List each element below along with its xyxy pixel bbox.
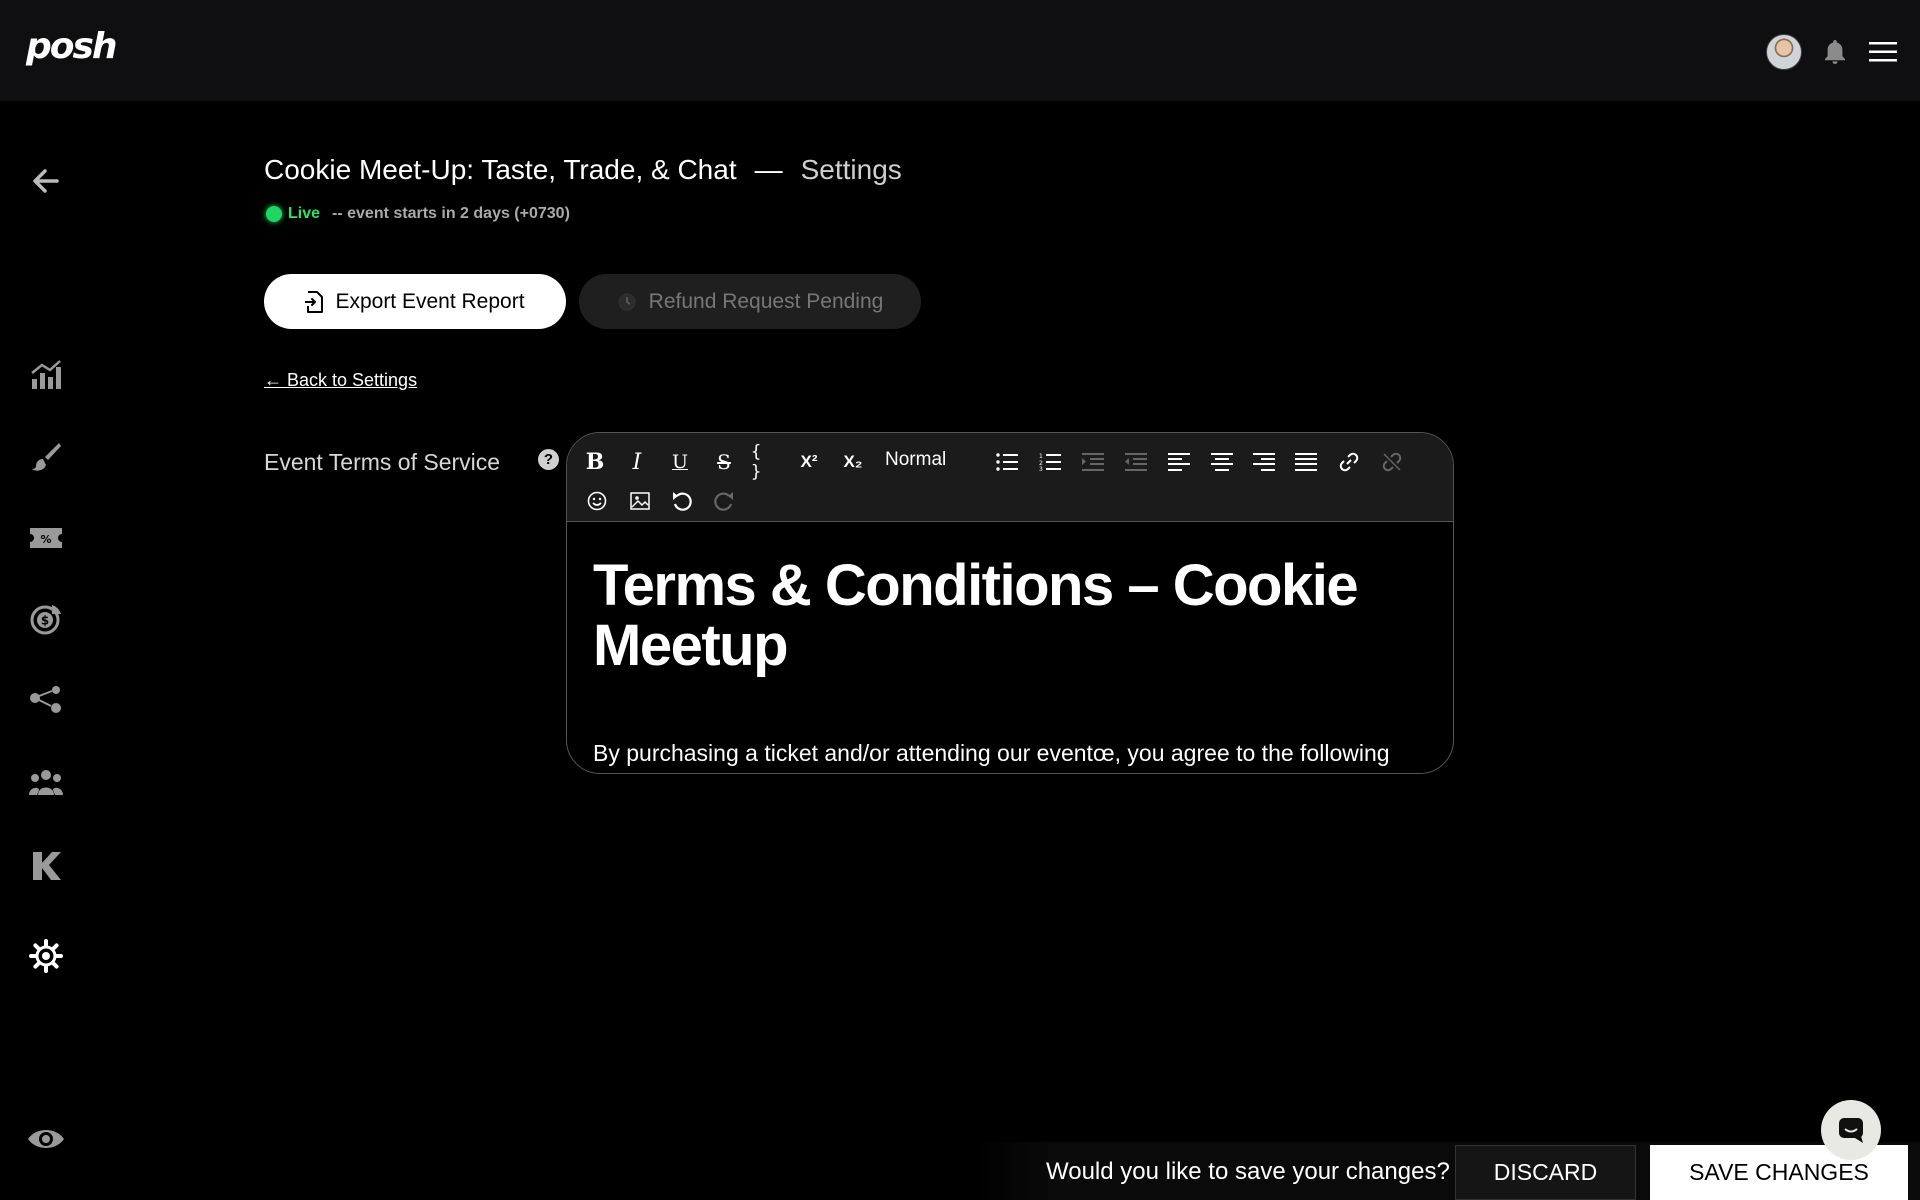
posh-logo[interactable]: posh	[26, 26, 118, 67]
unlink-icon[interactable]	[1377, 447, 1407, 477]
brush-icon[interactable]	[26, 436, 66, 476]
help-icon[interactable]: ?	[538, 449, 559, 470]
heading-select[interactable]: Normal	[885, 449, 946, 471]
align-right-icon[interactable]	[1249, 447, 1279, 477]
analytics-icon[interactable]	[26, 355, 66, 395]
link-icon[interactable]	[1334, 447, 1364, 477]
export-label: Export Event Report	[335, 289, 525, 313]
settings-icon[interactable]	[26, 936, 66, 976]
sidebar: % $	[0, 101, 92, 1200]
align-left-icon[interactable]	[1164, 447, 1194, 477]
strikethrough-button[interactable]: S	[709, 447, 739, 477]
refund-label: Refund Request Pending	[648, 289, 884, 313]
finance-icon[interactable]: $	[26, 599, 66, 639]
undo-icon[interactable]	[667, 486, 697, 516]
page-title: Cookie Meet-Up: Taste, Trade, & Chat — S…	[264, 154, 902, 186]
section-title: Settings	[800, 154, 902, 185]
underline-button[interactable]: U	[665, 447, 695, 477]
bold-button[interactable]: B	[580, 447, 610, 477]
kickback-icon[interactable]	[26, 846, 66, 886]
editor-content[interactable]: Terms & Conditions – Cookie Meetup By pu…	[567, 522, 1453, 767]
export-file-icon	[305, 290, 324, 313]
editor-toolbar: B I U S { } X² X₂ Normal 123	[567, 433, 1453, 522]
top-right-controls	[1766, 34, 1898, 70]
bell-icon[interactable]	[1820, 37, 1850, 67]
menu-icon[interactable]	[1868, 37, 1898, 67]
back-to-settings-link[interactable]: ← Back to Settings	[264, 370, 417, 391]
discard-button[interactable]: DISCARD	[1455, 1145, 1636, 1200]
avatar[interactable]	[1766, 34, 1802, 70]
top-bar: posh	[0, 0, 1920, 101]
team-icon[interactable]	[26, 762, 66, 802]
network-icon[interactable]	[26, 680, 66, 720]
svg-text:%: %	[40, 533, 51, 546]
italic-button[interactable]: I	[622, 447, 652, 477]
superscript-button[interactable]: X²	[794, 447, 824, 477]
rich-text-editor: B I U S { } X² X₂ Normal 123 Terms & Con…	[566, 432, 1454, 774]
code-block-button[interactable]: { }	[751, 442, 781, 482]
live-indicator-icon	[266, 206, 282, 222]
numbered-list-icon[interactable]: 123	[1035, 447, 1065, 477]
event-start-countdown: -- event starts in 2 days (+0730)	[332, 205, 570, 222]
redo-icon[interactable]	[709, 486, 739, 516]
tos-field-label: Event Terms of Service	[264, 449, 501, 475]
preview-eye-icon[interactable]	[26, 1119, 66, 1159]
svg-text:$: $	[41, 614, 49, 628]
bullet-list-icon[interactable]	[992, 447, 1022, 477]
refund-request-pending-button: Refund Request Pending	[579, 274, 921, 329]
align-center-icon[interactable]	[1207, 447, 1237, 477]
image-icon[interactable]	[625, 486, 655, 516]
ticket-icon[interactable]: %	[26, 518, 66, 558]
indent-icon[interactable]	[1078, 447, 1108, 477]
event-title: Cookie Meet-Up: Taste, Trade, & Chat	[264, 154, 737, 185]
document-paragraph: By purchasing a ticket and/or attending …	[593, 740, 1390, 766]
emoji-icon[interactable]	[582, 486, 612, 516]
save-prompt: Would you like to save your changes?	[1046, 1158, 1450, 1185]
svg-text:1: 1	[1039, 453, 1043, 460]
export-event-report-button[interactable]: Export Event Report	[264, 274, 566, 329]
document-heading: Terms & Conditions – Cookie Meetup	[593, 553, 1359, 678]
back-arrow-icon[interactable]	[26, 161, 66, 201]
subscript-button[interactable]: X₂	[838, 447, 868, 477]
svg-text:3: 3	[1039, 466, 1043, 471]
align-justify-icon[interactable]	[1291, 447, 1321, 477]
live-badge: Live	[288, 205, 321, 222]
outdent-icon[interactable]	[1121, 447, 1151, 477]
event-status: Live -- event starts in 2 days (+0730)	[266, 205, 570, 223]
title-separator: —	[754, 154, 783, 185]
chat-support-icon[interactable]	[1821, 1100, 1881, 1160]
clock-icon	[618, 293, 636, 310]
